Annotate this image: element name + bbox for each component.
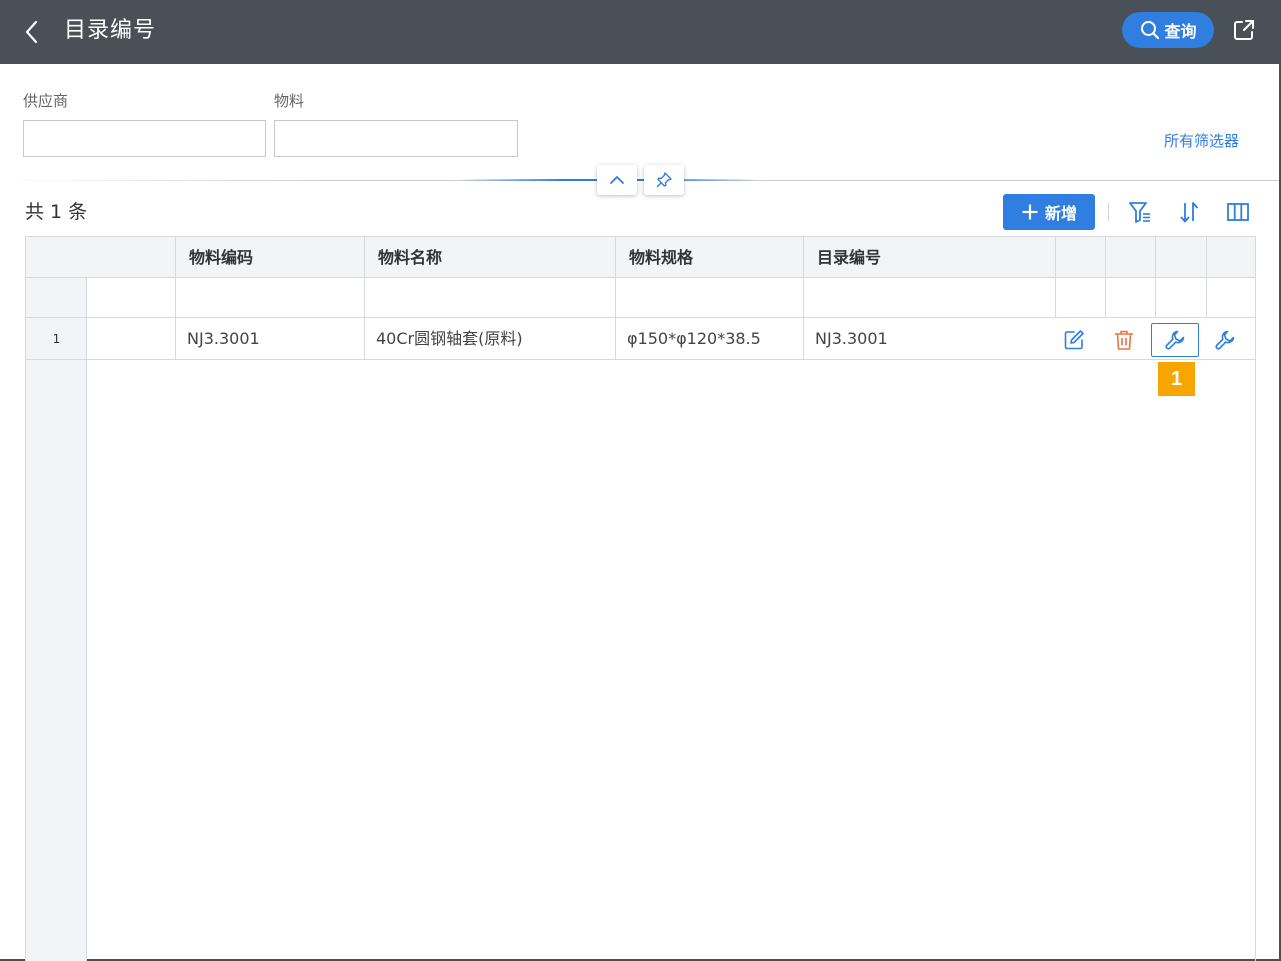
- columns-icon: [1227, 203, 1249, 221]
- step-badge: 1: [1158, 362, 1195, 396]
- sort-icon: [1180, 202, 1198, 223]
- header-row: 物料编码 物料名称 物料规格 目录编号: [26, 237, 1255, 278]
- collapse-filters-button[interactable]: [597, 165, 637, 195]
- delete-button[interactable]: [1100, 323, 1148, 357]
- columns-button[interactable]: [1225, 199, 1251, 225]
- query-button[interactable]: 查询: [1122, 12, 1214, 48]
- back-button[interactable]: [18, 16, 48, 48]
- filter-button[interactable]: [1127, 199, 1153, 225]
- column-divider: [1105, 237, 1106, 318]
- data-grid: 物料编码 物料名称 物料规格 目录编号 1 NJ3.3001 40Cr圆钢轴套(…: [25, 236, 1256, 961]
- plus-icon: [1022, 204, 1038, 220]
- column-filter-row: [26, 278, 1255, 318]
- filter-icon: [1129, 202, 1150, 223]
- pin-icon: [656, 172, 672, 188]
- wrench-icon: [1215, 330, 1235, 350]
- wrench-action-button[interactable]: [1151, 323, 1199, 357]
- column-divider: [1055, 237, 1056, 318]
- supplier-input[interactable]: [23, 120, 266, 157]
- column-filter-material-name[interactable]: [365, 278, 615, 317]
- supplier-label: 供应商: [23, 92, 69, 110]
- column-filter-material-code[interactable]: [176, 278, 364, 317]
- sort-button[interactable]: [1176, 199, 1202, 225]
- edit-icon: [1064, 330, 1084, 350]
- material-input[interactable]: [274, 120, 518, 157]
- search-icon: [1141, 21, 1160, 40]
- wrench-action-button-2[interactable]: [1201, 323, 1249, 357]
- page-title: 目录编号: [64, 18, 157, 43]
- column-header-material-code[interactable]: 物料编码: [176, 237, 365, 278]
- cell-catalog-no: NJ3.3001: [815, 329, 888, 348]
- column-filter-material-spec[interactable]: [616, 278, 803, 317]
- export-icon: [1234, 20, 1254, 40]
- total-count: 共 1 条: [25, 201, 88, 223]
- top-bar: 目录编号 查询: [0, 0, 1281, 64]
- column-filter-catalog-no[interactable]: [804, 278, 1055, 317]
- material-label: 物料: [274, 92, 305, 110]
- column-divider: [1155, 237, 1156, 318]
- export-button[interactable]: [1230, 16, 1258, 44]
- query-button-label: 查询: [1164, 22, 1197, 41]
- add-button-label: 新增: [1044, 204, 1077, 223]
- delete-icon: [1114, 330, 1134, 350]
- back-icon: [25, 20, 38, 44]
- cell-material-spec: φ150*φ120*38.5: [627, 329, 761, 348]
- column-header-catalog-no[interactable]: 目录编号: [804, 237, 1055, 278]
- wrench-icon: [1165, 330, 1185, 350]
- chevron-up-icon: [610, 176, 624, 184]
- divider-left: [0, 180, 318, 181]
- cell-material-code: NJ3.3001: [187, 329, 260, 348]
- edit-button[interactable]: [1050, 323, 1098, 357]
- toolbar-separator: [1108, 203, 1109, 221]
- add-button[interactable]: 新增: [1003, 194, 1095, 230]
- column-filter-cell[interactable]: [88, 278, 175, 317]
- column-divider: [1206, 237, 1207, 318]
- column-header-material-name[interactable]: 物料名称: [365, 237, 616, 278]
- column-header-material-spec[interactable]: 物料规格: [616, 237, 804, 278]
- cell-material-name: 40Cr圆钢轴套(原料): [376, 329, 523, 348]
- pin-filters-button[interactable]: [644, 165, 684, 195]
- all-filters-link[interactable]: 所有筛选器: [1164, 131, 1239, 151]
